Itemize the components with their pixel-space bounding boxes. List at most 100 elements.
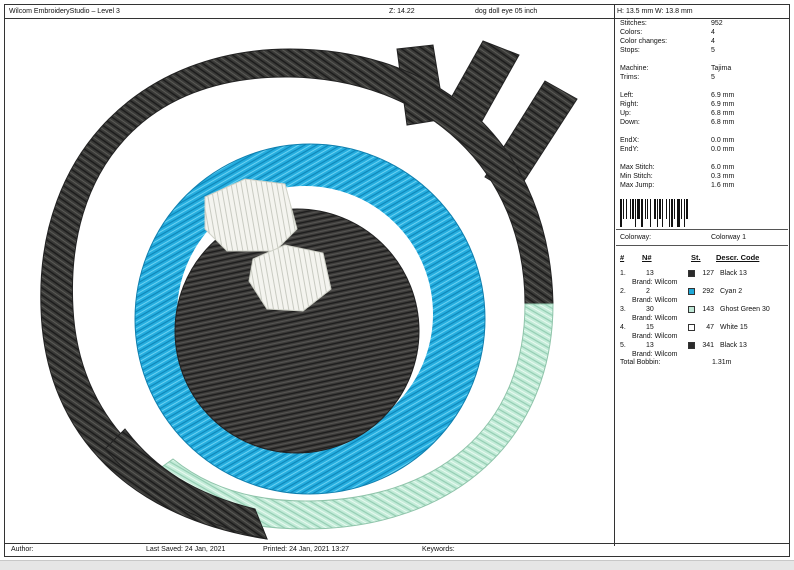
header-bar: Wilcom EmbroideryStudio – Level 3 Z: 14.… [5, 5, 789, 19]
embroidery-design-image [40, 40, 578, 540]
barcode-bar [659, 199, 661, 219]
stat-value: 6.9 mm [711, 92, 735, 99]
print-preview-sheet: Wilcom EmbroideryStudio – Level 3 Z: 14.… [4, 4, 790, 557]
thread-brand: Brand: Wilcom [632, 279, 678, 286]
barcode-bar [654, 199, 656, 219]
app-title: Wilcom EmbroideryStudio – Level 3 [9, 8, 120, 15]
stat-value: 1.6 mm [711, 182, 735, 189]
barcode-bar [630, 199, 631, 219]
thread-description: Black 13 [720, 342, 747, 349]
thread-stitches: 143 [702, 306, 714, 313]
stat-value: 5 [711, 47, 715, 54]
stat-label: Left: [620, 92, 634, 99]
barcode-bar [626, 199, 627, 219]
barcode [620, 199, 688, 227]
thread-description: White 15 [720, 324, 748, 331]
thread-color-swatch [688, 270, 695, 277]
barcode-bar [657, 199, 658, 227]
stat-row: Max Jump: 1.6 mm [620, 181, 780, 190]
col-header-n: N# [642, 253, 652, 262]
stat-label: Max Jump: [620, 182, 655, 189]
stat-value: 5 [711, 74, 715, 81]
barcode-bar [647, 199, 648, 219]
stat-value: 0.0 mm [711, 137, 735, 144]
panel-divider [614, 5, 615, 546]
stat-value: Tajima [711, 65, 732, 72]
stat-value: 6.8 mm [711, 119, 735, 126]
stat-label: Machine: [620, 65, 649, 72]
stat-value: 0.3 mm [711, 173, 735, 180]
thread-number: 2 [646, 288, 650, 295]
thread-brand: Brand: Wilcom [632, 333, 678, 340]
colorway-value: Colorway 1 [711, 234, 747, 241]
stat-label: Min Stitch: [620, 173, 653, 180]
stat-label: Color changes: [620, 38, 668, 45]
stat-row: Up: 6.8 mm [620, 109, 780, 118]
thread-index: 2. [620, 288, 626, 295]
colorway-label: Colorway: [620, 234, 652, 241]
total-bobbin-value: 1.31m [712, 359, 732, 366]
footer-keywords: Keywords: [422, 546, 455, 553]
thread-row: 4. 15 47 White 15 Brand: Wilcom [620, 323, 786, 341]
stat-row: Left: 6.9 mm [620, 91, 780, 100]
stat-label: Stitches: [620, 20, 647, 27]
stat-label: Right: [620, 101, 639, 108]
barcode-bar [623, 199, 624, 219]
barcode-bar [632, 199, 634, 219]
thread-color-swatch [688, 342, 695, 349]
colorway-divider [616, 245, 788, 246]
stat-label: Max Stitch: [620, 164, 655, 171]
stat-row: Right: 6.9 mm [620, 100, 780, 109]
barcode-bar [637, 199, 640, 219]
thread-stitches: 127 [702, 270, 714, 277]
stat-row: Max Stitch: 6.0 mm [620, 163, 780, 172]
thread-brand: Brand: Wilcom [632, 297, 678, 304]
total-bobbin-label: Total Bobbin: [620, 359, 661, 366]
stat-label: Up: [620, 110, 631, 117]
stat-row: Stitches: 952 [620, 19, 780, 28]
design-info-panel: Stitches: 952 Colors: 4 Color changes: 4 Stops… [616, 19, 788, 544]
barcode-bar [686, 199, 688, 219]
stat-value: 4 [711, 29, 715, 36]
thread-index: 3. [620, 306, 626, 313]
footer-bar: Author: Last Saved: 24 Jan, 2021 Printed… [5, 543, 789, 556]
thread-description: Black 13 [720, 270, 747, 277]
footer-printed: Printed: 24 Jan, 2021 13:27 [263, 546, 350, 553]
thread-index: 4. [620, 324, 626, 331]
thread-row: 1. 13 127 Black 13 Brand: Wilcom [620, 269, 786, 287]
barcode-bar [684, 199, 685, 227]
stat-value: 6.0 mm [711, 164, 735, 171]
barcode-bar [674, 199, 675, 219]
stat-value: 4 [711, 38, 715, 45]
barcode-bar [671, 199, 673, 227]
stat-value: 952 [711, 20, 723, 27]
design-height: H: 13.5 mm [617, 8, 654, 15]
thread-number: 30 [646, 306, 654, 313]
stat-label: EndY: [620, 146, 639, 153]
stat-row: EndX: 0.0 mm [620, 136, 780, 145]
barcode-bar [620, 199, 622, 227]
colorway-row: Colorway: Colorway 1 [620, 233, 780, 242]
col-header-descr: Descr. Code [716, 253, 760, 262]
thread-row: 2. 2 292 Cyan 2 Brand: Wilcom [620, 287, 786, 305]
footer-author: Author: [11, 546, 34, 553]
barcode-bar [635, 199, 636, 227]
stat-label: Stops: [620, 47, 640, 54]
thread-row: 3. 30 143 Ghost Green 30 Brand: Wilcom [620, 305, 786, 323]
thread-color-swatch [688, 324, 695, 331]
col-header-st: St. [691, 253, 701, 262]
thread-row: 5. 13 341 Black 13 Brand: Wilcom [620, 341, 786, 359]
design-canvas [5, 19, 614, 545]
stat-row: Trims: 5 [620, 73, 780, 82]
barcode-bar [669, 199, 670, 227]
barcode-bar [662, 199, 663, 227]
stat-label: EndX: [620, 137, 640, 144]
stat-row: Color changes: 4 [620, 37, 780, 46]
thread-description: Ghost Green 30 [720, 306, 770, 313]
stat-row: Down: 6.8 mm [620, 118, 780, 127]
stat-value: 6.8 mm [711, 110, 735, 117]
thread-stitches: 47 [706, 324, 714, 331]
stat-row: Machine: Tajima [620, 64, 780, 73]
barcode-bar [677, 199, 680, 227]
thread-description: Cyan 2 [720, 288, 743, 295]
